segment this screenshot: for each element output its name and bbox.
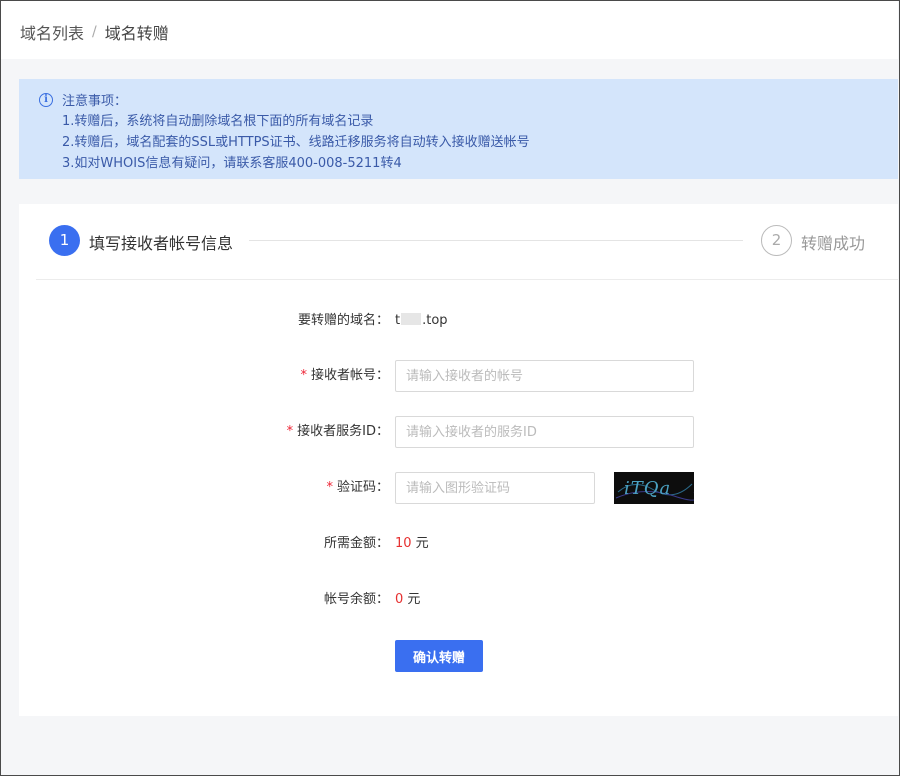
domain-row: 要转赠的域名： t .top [19,305,898,337]
breadcrumb-current: 域名转赠 [104,24,169,43]
notice-line: 3.如对WHOIS信息有疑问，请联系客服400-008-5211转4 [62,156,402,171]
account-input[interactable] [395,360,694,392]
masked-text [401,313,422,325]
captcha-image[interactable]: iTQa [614,472,694,504]
step-2-number: 2 [761,225,792,256]
breadcrumb: 域名列表 / 域名转赠 [20,20,169,44]
steps-bar: 1 填写接收者帐号信息 2 转赠成功 [19,204,898,280]
amount-row: 所需金额： 10 元 [19,528,898,560]
balance-label: 帐号余额： [323,592,389,607]
step-2-label: 转赠成功 [801,234,866,253]
step-1-label: 填写接收者帐号信息 [89,234,234,253]
captcha-label-text: 验证码： [336,480,389,495]
service-id-label-text: 接收者服务ID： [297,424,389,439]
divider [36,279,898,280]
info-icon: i [39,93,53,107]
domain-suffix: .top [422,313,448,328]
amount-label: 所需金额： [323,536,389,551]
domain-prefix: t [395,313,401,328]
service-id-input[interactable] [395,416,694,448]
notice-line: 2.转赠后，域名配套的SSL或HTTPS证书、线路迁移服务将自动转入接收赠送帐号 [62,135,530,150]
balance-row: 帐号余额： 0 元 [19,584,898,616]
notice-banner: i 注意事项： 1.转赠后，系统将自动删除域名根下面的所有域名记录 2.转赠后，… [19,79,898,179]
account-label: * 接收者帐号： [300,360,389,392]
domain-value: t .top [395,305,448,337]
required-mark: * [300,368,307,383]
balance-unit: 元 [403,592,421,607]
captcha-text: iTQa [624,478,671,499]
captcha-graphic: iTQa [614,472,694,504]
balance-value: 0 元 [395,584,420,616]
captcha-input[interactable] [395,472,595,504]
captcha-label: * 验证码： [326,472,389,504]
breadcrumb-domain-list[interactable]: 域名列表 [20,20,84,44]
domain-label: 要转赠的域名： [297,313,389,328]
account-label-text: 接收者帐号： [310,368,389,383]
notice-title: 注意事项： [62,94,128,109]
transfer-card: 1 填写接收者帐号信息 2 转赠成功 要转赠的域名： t .top * 接收者帐号：… [19,204,898,716]
service-id-row: * 接收者服务ID： [19,416,898,448]
service-id-label: * 接收者服务ID： [287,416,389,448]
account-row: * 接收者帐号： [19,360,898,392]
amount-value: 10 元 [395,528,429,560]
step-connector [249,240,743,241]
captcha-row: *验证码： iTQa [19,472,898,504]
step-1-number: 1 [49,225,80,256]
notice-line: 1.转赠后，系统将自动删除域名根下面的所有域名记录 [62,114,374,129]
breadcrumb-separator: / [92,24,97,40]
confirm-transfer-button[interactable]: 确认转赠 [395,640,483,672]
amount-unit: 元 [411,536,429,551]
required-mark: * [326,480,333,495]
required-mark: * [286,424,294,439]
page-header: 域名列表 / 域名转赠 [1,1,898,59]
amount-number: 10 [395,536,412,551]
